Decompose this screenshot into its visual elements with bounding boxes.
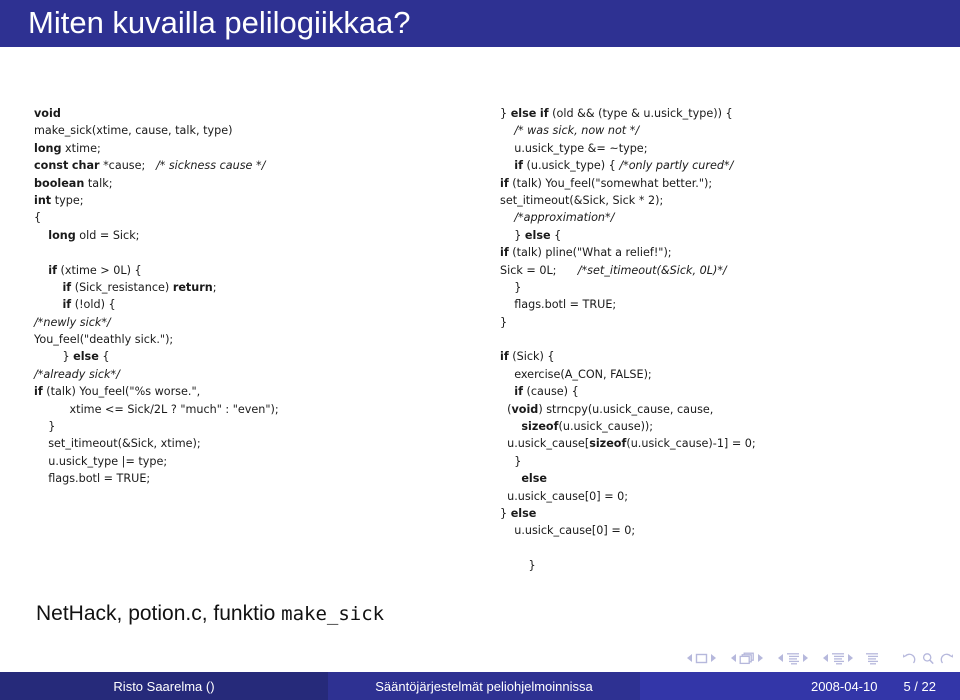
code-line: if (talk) pline("What a relief!"); bbox=[500, 246, 672, 260]
code-line: if (!old) { bbox=[62, 298, 116, 312]
code-column-left: void make_sick(xtime, cause, talk, type) l… bbox=[34, 105, 279, 488]
code-line: else bbox=[521, 472, 548, 486]
code-line: } bbox=[500, 559, 536, 573]
code-line: u.usick_type |= type; bbox=[34, 454, 168, 468]
code-line: make_sick(xtime, cause, talk, type) bbox=[34, 124, 233, 138]
code-line: u.usick_cause[0] = 0; bbox=[500, 489, 629, 503]
prev-frame-arrow-icon[interactable] bbox=[687, 654, 692, 662]
code-line: sizeof(u.usick_cause)); bbox=[521, 420, 654, 434]
forward-arrow-icon[interactable] bbox=[940, 652, 954, 665]
section-lines-icon-2[interactable] bbox=[831, 652, 845, 665]
footer-page-number: 5 / 22 bbox=[903, 678, 936, 694]
code-column-right: } else if (old && (type & u.usick_type))… bbox=[500, 105, 756, 575]
caption-function-name: make_sick bbox=[281, 603, 385, 625]
code-line: (void) strncpy(u.usick_cause, cause, bbox=[500, 402, 714, 416]
search-icon[interactable] bbox=[921, 652, 935, 665]
next-presentation-arrow-icon[interactable] bbox=[848, 654, 853, 662]
code-line: } else if (old && (type & u.usick_type))… bbox=[500, 107, 733, 120]
code-line: void bbox=[34, 107, 61, 120]
nav-group-document[interactable] bbox=[865, 652, 879, 665]
code-line: boolean talk; bbox=[34, 176, 113, 190]
code-line: } else { bbox=[500, 228, 562, 242]
code-line: } bbox=[500, 280, 522, 294]
beamer-navigation-bar[interactable] bbox=[684, 648, 954, 668]
code-line: long old = Sick; bbox=[48, 228, 140, 242]
code-line: /* was sick, now not */ bbox=[514, 124, 640, 138]
page-title: Miten kuvailla pelilogiikkaa? bbox=[28, 5, 411, 40]
section-lines-icon[interactable] bbox=[786, 652, 800, 665]
nav-group-frame[interactable] bbox=[684, 653, 719, 664]
prev-subsection-arrow-icon[interactable] bbox=[731, 654, 736, 662]
code-line: if (Sick) { bbox=[500, 350, 555, 364]
single-frame-icon[interactable] bbox=[695, 653, 708, 664]
next-section-arrow-icon[interactable] bbox=[803, 654, 808, 662]
code-line: /*approximation*/ bbox=[514, 211, 615, 225]
slide-footer: Risto Saarelma () Sääntöjärjestelmät pel… bbox=[0, 672, 960, 700]
code-line: if (cause) { bbox=[514, 385, 579, 399]
code-line: if (Sick_resistance) return; bbox=[62, 280, 217, 294]
code-line: set_itimeout(&Sick, xtime); bbox=[34, 437, 201, 451]
document-lines-icon[interactable] bbox=[865, 652, 879, 665]
footer-date: 2008-04-10 bbox=[810, 678, 878, 694]
next-frame-arrow-icon[interactable] bbox=[711, 654, 716, 662]
caption-prose: NetHack, potion.c, funktio bbox=[36, 602, 282, 625]
code-line: int type; bbox=[34, 193, 84, 207]
code-line: exercise(A_CON, FALSE); bbox=[500, 367, 652, 381]
code-line: if (talk) You_feel("somewhat better."); bbox=[500, 176, 713, 190]
code-listing-area: void make_sick(xtime, cause, talk, type) l… bbox=[0, 47, 960, 592]
code-line: const char *cause; /* sickness cause */ bbox=[34, 159, 266, 173]
back-arrow-icon[interactable] bbox=[902, 652, 916, 665]
code-line: u.usick_type &= ~type; bbox=[500, 141, 648, 155]
code-line: flags.botl = TRUE; bbox=[34, 472, 151, 486]
code-line: } bbox=[34, 420, 56, 434]
code-line: /*newly sick*/ bbox=[34, 315, 111, 329]
next-subsection-arrow-icon[interactable] bbox=[758, 654, 763, 662]
footer-author: Risto Saarelma () bbox=[0, 672, 328, 700]
nav-group-section[interactable] bbox=[775, 652, 811, 665]
code-line: /*already sick*/ bbox=[34, 367, 120, 381]
slide-title-bar: Miten kuvailla pelilogiikkaa? bbox=[0, 0, 960, 47]
code-line: } bbox=[500, 315, 508, 329]
code-line: } bbox=[500, 454, 522, 468]
code-line: u.usick_cause[sizeof(u.usick_cause)-1] =… bbox=[500, 437, 756, 451]
code-line: } else bbox=[500, 506, 537, 520]
prev-presentation-arrow-icon[interactable] bbox=[823, 654, 828, 662]
code-line: { bbox=[34, 211, 42, 225]
code-line: long xtime; bbox=[34, 141, 101, 155]
prev-section-arrow-icon[interactable] bbox=[778, 654, 783, 662]
nav-group-presentation[interactable] bbox=[820, 652, 856, 665]
nav-group-subsection[interactable] bbox=[728, 652, 766, 665]
code-line: } else { bbox=[34, 350, 110, 364]
code-line: if (xtime > 0L) { bbox=[48, 263, 142, 277]
code-line: set_itimeout(&Sick, Sick * 2); bbox=[500, 193, 664, 207]
code-line: flags.botl = TRUE; bbox=[500, 298, 617, 312]
footer-meta: 2008-04-10 5 / 22 bbox=[640, 672, 960, 700]
footer-course-title: Sääntöjärjestelmät peliohjelmoinnissa bbox=[328, 672, 640, 700]
code-line: u.usick_cause[0] = 0; bbox=[500, 524, 636, 538]
code-line: if (u.usick_type) { /*only partly cured*… bbox=[514, 159, 734, 173]
code-line: if (talk) You_feel("%s worse.", bbox=[34, 385, 201, 399]
code-line: You_feel("deathly sick."); bbox=[34, 333, 174, 347]
stacked-frames-icon[interactable] bbox=[739, 652, 755, 665]
code-line: Sick = 0L; /*set_itimeout(&Sick, 0L)*/ bbox=[500, 263, 727, 277]
code-caption: NetHack, potion.c, funktio make_sick bbox=[36, 602, 384, 626]
nav-tools[interactable] bbox=[902, 652, 954, 665]
code-line: xtime <= Sick/2L ? "much" : "even"); bbox=[34, 402, 279, 416]
